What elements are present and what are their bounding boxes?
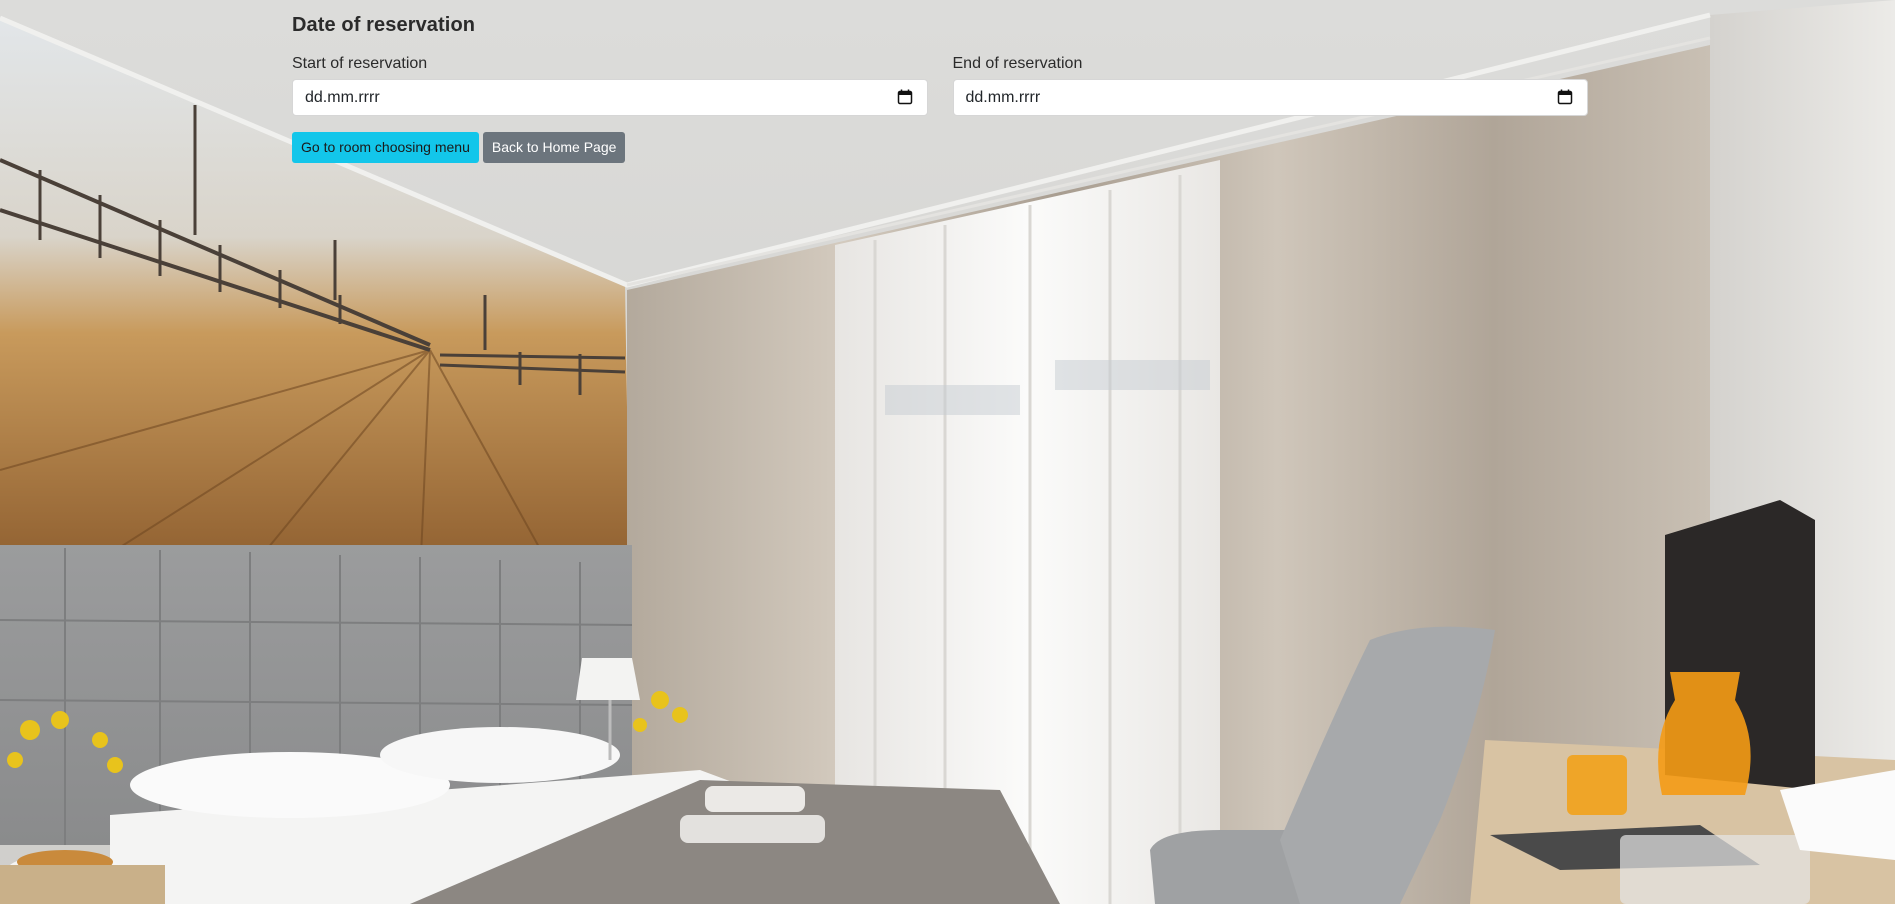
end-date-input[interactable]: dd.mm.rrrr <box>952 79 1588 116</box>
back-to-home-button[interactable]: Back to Home Page <box>482 132 626 163</box>
end-date-label: End of reservation <box>952 55 1083 72</box>
start-date-label: Start of reservation <box>292 55 428 72</box>
start-date-group: Start of reservation dd.mm.rrrr <box>292 55 928 116</box>
go-to-room-menu-button[interactable]: Go to room choosing menu <box>292 132 479 163</box>
end-date-value: dd.mm.rrrr <box>965 89 1041 106</box>
start-date-input[interactable]: dd.mm.rrrr <box>292 79 928 116</box>
date-fields-row: Start of reservation dd.mm.rrrr End of r… <box>292 55 1588 116</box>
page-title: Date of reservation <box>292 14 476 36</box>
start-date-value: dd.mm.rrrr <box>305 89 380 106</box>
calendar-icon[interactable] <box>1557 89 1573 105</box>
end-date-group: End of reservation dd.mm.rrrr <box>952 55 1588 116</box>
reservation-form: Date of reservation Start of reservation… <box>292 14 1588 163</box>
action-buttons: Go to room choosing menu Back to Home Pa… <box>292 132 1588 163</box>
calendar-icon[interactable] <box>897 89 913 105</box>
